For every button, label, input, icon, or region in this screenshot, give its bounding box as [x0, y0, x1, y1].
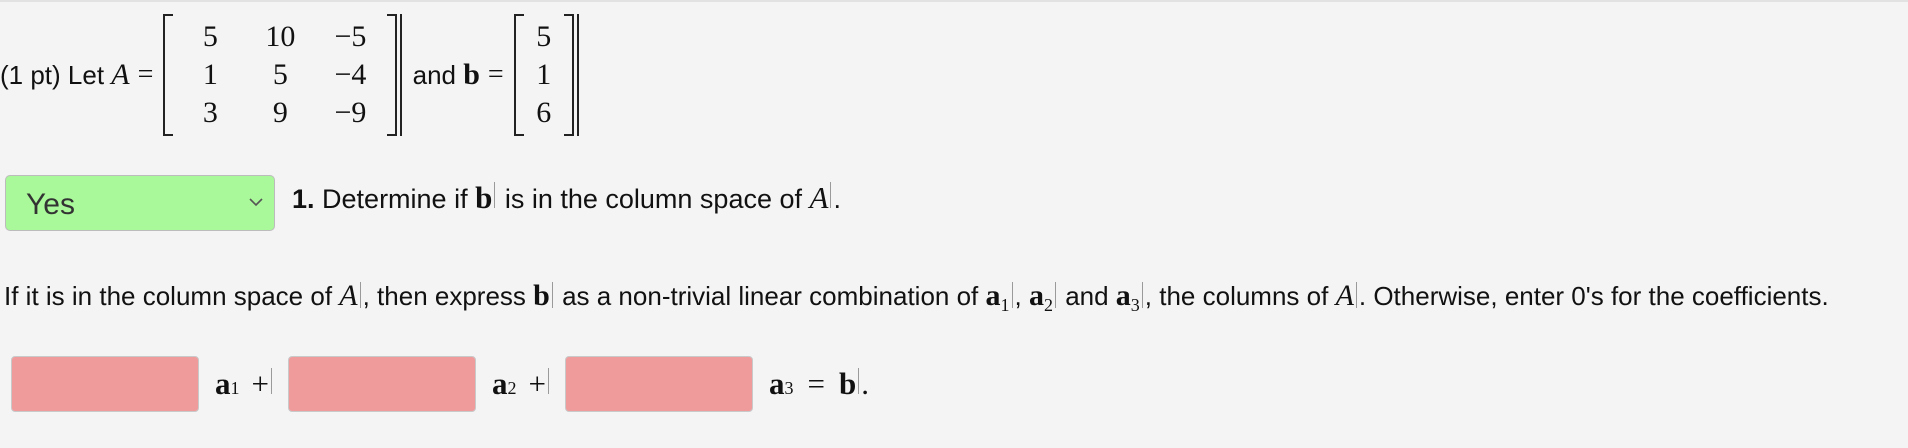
math-cursor [1141, 282, 1143, 308]
matrix-cell: 10 [265, 20, 296, 53]
matrix-row: 5 10 −5 [175, 18, 385, 56]
matrix-right-bracket [387, 14, 398, 136]
vector-variable: b [838, 366, 857, 401]
vector-left-bracket [513, 14, 524, 136]
math-cursor [858, 368, 860, 394]
matrix-a: 5 10 −5 1 5 −4 3 9 −9 [163, 14, 403, 136]
instr-text: , [1014, 281, 1029, 311]
term-a2: a2 + [492, 366, 551, 402]
column-vector-a1: a [215, 366, 231, 401]
subscript: 1 [1000, 295, 1010, 316]
subscript: 2 [1043, 295, 1053, 316]
question-period: . [833, 184, 841, 214]
matrix-cell: 1 [202, 58, 218, 91]
equals-sign: = [807, 366, 825, 401]
vector-cell: 6 [536, 96, 552, 129]
subscript: 1 [230, 378, 240, 398]
plus-sign: + [251, 366, 269, 401]
matrix-row: 3 9 −9 [175, 94, 385, 132]
vector-b-table: 5 1 6 [526, 18, 562, 132]
column-vector-a3: a [1115, 279, 1131, 312]
vector-right-bracket-inner [576, 14, 579, 136]
vector-row: 5 [526, 18, 562, 56]
instr-text: If it is in the column space of [4, 281, 340, 311]
matrix-cell: 3 [202, 96, 218, 129]
column-vector-a2: a [1028, 279, 1044, 312]
instr-text: , the columns of [1144, 281, 1336, 311]
question-number: 1. [292, 184, 315, 214]
equals-sign: = [137, 59, 154, 90]
matrix-variable: A [1335, 279, 1354, 312]
period: . [861, 366, 869, 401]
instr-text: . Otherwise, enter 0's for the coefficie… [1358, 281, 1829, 311]
equals-sign: = [487, 59, 504, 90]
vector-variable: b [463, 58, 480, 91]
instr-text: as a non-trivial linear combination of [554, 281, 986, 311]
problem-statement: (1 pt) Let A = 5 10 −5 1 5 −4 3 9 −9 and… [0, 14, 579, 136]
chevron-down-icon [249, 198, 263, 207]
answer-select[interactable]: Yes [5, 175, 275, 231]
matrix-variable: A [809, 180, 829, 215]
instr-text: , then express [362, 281, 534, 311]
vector-b: 5 1 6 [513, 14, 579, 136]
column-vector-a3: a [768, 366, 785, 401]
matrix-cell: −9 [334, 96, 367, 129]
instr-text: and [1057, 281, 1116, 311]
math-cursor [551, 282, 553, 308]
math-cursor [494, 182, 496, 208]
vector-cell: 5 [536, 20, 552, 53]
top-divider [0, 0, 1908, 2]
problem-prefix: (1 pt) Let [0, 59, 112, 90]
plus-sign: + [528, 366, 546, 401]
matrix-cell: 5 [272, 58, 288, 91]
and-text: and [405, 59, 464, 90]
matrix-cell: 5 [202, 20, 218, 53]
math-cursor [270, 368, 272, 394]
term-a3: a3 = b. [769, 366, 869, 402]
coefficient-input-3[interactable] [564, 356, 753, 412]
subscript: 3 [1130, 295, 1140, 316]
math-cursor [359, 282, 361, 308]
term-a1: a1 + [215, 366, 274, 402]
matrix-variable: A [339, 279, 358, 312]
math-cursor [1355, 282, 1357, 308]
linear-combination-row: a1 + a2 + a3 = b. [11, 355, 883, 413]
vector-row: 1 [526, 56, 562, 94]
subscript: 3 [784, 378, 794, 398]
vector-cell: 1 [536, 58, 552, 91]
matrix-right-bracket-inner [400, 14, 403, 136]
matrix-cell: 9 [272, 96, 288, 129]
vector-right-bracket [563, 14, 574, 136]
problem-page: (1 pt) Let A = 5 10 −5 1 5 −4 3 9 −9 and… [0, 0, 1908, 448]
math-cursor [830, 182, 832, 208]
coefficient-input-2[interactable] [287, 356, 476, 412]
vector-row: 6 [526, 94, 562, 132]
subscript: 2 [507, 378, 517, 398]
matrix-left-bracket [163, 14, 174, 136]
matrix-cell: −4 [334, 58, 367, 91]
matrix-cell: −5 [334, 20, 367, 53]
question-1: 1. Determine if b is in the column space… [292, 180, 841, 216]
matrix-a-table: 5 10 −5 1 5 −4 3 9 −9 [175, 18, 385, 132]
math-cursor [547, 368, 549, 394]
question-text: is in the column space of [497, 184, 810, 214]
math-cursor [1011, 282, 1013, 308]
matrix-variable: A [111, 58, 130, 91]
vector-variable: b [533, 279, 550, 312]
coefficient-input-1[interactable] [11, 356, 199, 412]
column-vector-a1: a [985, 279, 1001, 312]
matrix-row: 1 5 −4 [175, 56, 385, 94]
question-text: Determine if [314, 184, 476, 214]
column-vector-a2: a [491, 366, 508, 401]
math-cursor [1054, 282, 1056, 308]
answer-select-value: Yes [26, 188, 75, 221]
instructions-paragraph: If it is in the column space of A, then … [4, 276, 1894, 325]
vector-variable: b [475, 180, 493, 215]
